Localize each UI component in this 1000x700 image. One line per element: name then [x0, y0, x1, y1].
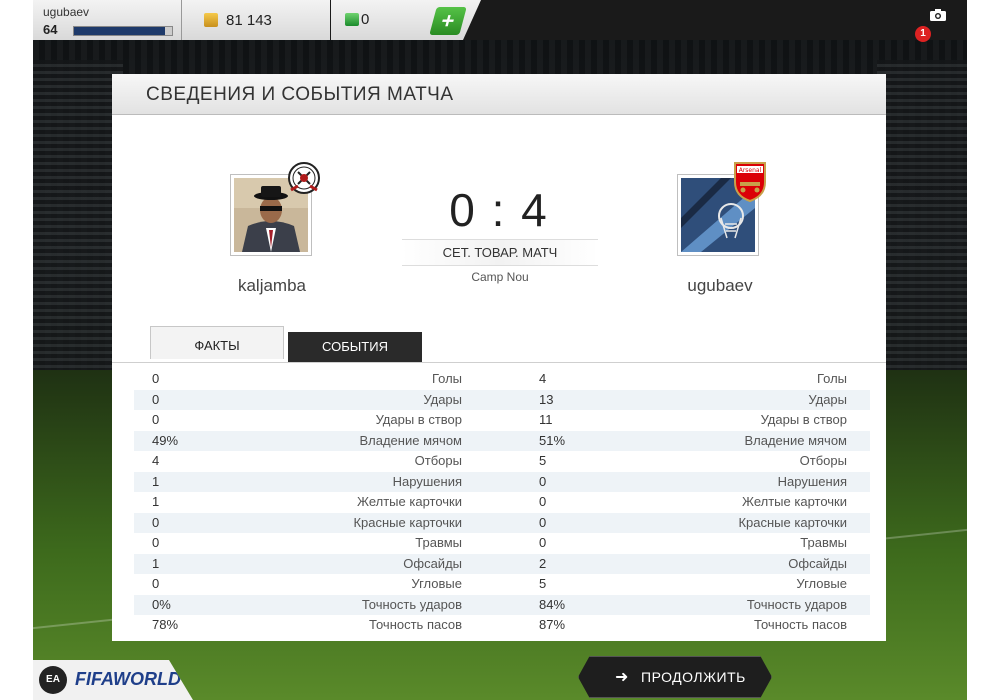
tab-events[interactable]: СОБЫТИЯ: [288, 332, 422, 362]
coins-value: 81 143: [226, 12, 272, 29]
away-stat-label: Голы: [816, 371, 847, 386]
stat-row: 0 Травмы 0 Травмы: [142, 533, 862, 554]
home-stat-label: Травмы: [415, 535, 462, 550]
match-score: 0 : 4: [449, 184, 549, 236]
home-stat-label: Точность ударов: [361, 596, 462, 612]
page-title: СВЕДЕНИЯ И СОБЫТИЯ МАТЧА: [146, 84, 454, 105]
away-stat-label: Нарушения: [777, 473, 847, 489]
away-stat-label: Отборы: [799, 453, 847, 468]
tab-facts[interactable]: ФАКТЫ: [150, 326, 284, 359]
away-stat-label: Удары: [808, 391, 847, 407]
arrow-right-icon: ➜: [615, 669, 629, 686]
stat-row: 78% Точность пасов 87% Точность пасов: [142, 615, 862, 636]
away-stat-label: Красные карточки: [738, 514, 847, 530]
home-stat-label: Нарушения: [392, 473, 462, 489]
stat-row: 0 Угловые 5 Угловые: [142, 574, 862, 595]
stat-row: 4 Отборы 5 Отборы: [142, 451, 862, 472]
ea-sports-icon: EA: [39, 666, 67, 694]
user-profile[interactable]: ugubaev 64: [33, 0, 182, 40]
stat-row: 0 Голы 4 Голы: [142, 369, 862, 390]
stat-row: 0 Красные карточки 0 Красные карточки: [134, 512, 870, 534]
top-bar: ugubaev 64 81 143 0 + 1: [33, 0, 967, 42]
stats-table: 0 Голы 4 Голы 0 Удары 13 Удары 0 Удары в створ 11 У…: [134, 369, 870, 636]
coins-display: 81 143: [182, 0, 330, 40]
home-stat-label: Угловые: [411, 576, 462, 591]
logo-text: FIFAWORLD: [75, 669, 181, 689]
match-type: СЕТ. ТОВАР. МАТЧ: [402, 239, 598, 266]
fifa-world-logo: EA FIFAWORLD: [33, 660, 193, 700]
match-details-panel: Arsenal kaljamba ugubaev 0 : 4 СЕТ. ТОВА…: [112, 115, 886, 641]
coins-icon: [204, 13, 218, 27]
notification-badge[interactable]: 1: [915, 26, 931, 42]
away-stat-label: Травмы: [800, 535, 847, 550]
stat-row: 0% Точность ударов 84% Точность ударов: [134, 594, 870, 616]
continue-button[interactable]: ➜ ПРОДОЛЖИТЬ: [578, 656, 772, 698]
home-stat-label: Точность пасов: [369, 617, 462, 632]
away-stat-label: Точность ударов: [746, 596, 847, 612]
away-stat-label: Удары в створ: [760, 412, 847, 427]
user-level: 64: [43, 22, 58, 37]
panel-header: СВЕДЕНИЯ И СОБЫТИЯ МАТЧА: [112, 74, 886, 115]
home-stat-label: Владение мячом: [359, 432, 462, 448]
home-stat-label: Удары: [423, 391, 462, 407]
points-icon: [345, 13, 359, 26]
away-stat-label: Точность пасов: [754, 617, 847, 632]
points-value: 0: [361, 11, 370, 28]
continue-label: ПРОДОЛЖИТЬ: [641, 669, 746, 685]
away-stat-label: Офсайды: [788, 555, 847, 571]
stat-row: 0 Удары в створ 11 Удары в створ: [142, 410, 862, 431]
stat-row: 0 Удары 13 Удары: [134, 389, 870, 411]
home-stat-label: Отборы: [414, 453, 462, 468]
stat-row: 49% Владение мячом 51% Владение мячом: [134, 430, 870, 452]
stat-row: 1 Желтые карточки 0 Желтые карточки: [142, 492, 862, 513]
away-player-name: ugubaev: [687, 276, 753, 295]
away-club-badge-text: Arsenal: [739, 167, 762, 174]
away-stat-label: Владение мячом: [744, 432, 847, 448]
home-stat-label: Удары в створ: [375, 412, 462, 427]
username: ugubaev: [43, 5, 90, 19]
home-stat-label: Желтые карточки: [357, 494, 462, 509]
xp-bar-fill: [74, 27, 166, 35]
stat-row: 1 Офсайды 2 Офсайды: [134, 553, 870, 575]
away-stat-label: Угловые: [796, 576, 847, 591]
away-club-badge-icon: Arsenal: [732, 160, 768, 203]
stadium-name: Camp Nou: [471, 270, 529, 284]
home-stat-label: Офсайды: [403, 555, 462, 571]
home-club-badge-icon: [286, 160, 322, 202]
away-stat-label: Желтые карточки: [742, 494, 847, 509]
xp-bar: [73, 26, 173, 36]
stat-row: 1 Нарушения 0 Нарушения: [134, 471, 870, 493]
camera-icon[interactable]: [929, 8, 947, 22]
home-stat-label: Голы: [431, 371, 462, 386]
home-player-name: kaljamba: [237, 276, 307, 295]
tab-divider: [112, 362, 886, 363]
home-stat-label: Красные карточки: [353, 514, 462, 530]
